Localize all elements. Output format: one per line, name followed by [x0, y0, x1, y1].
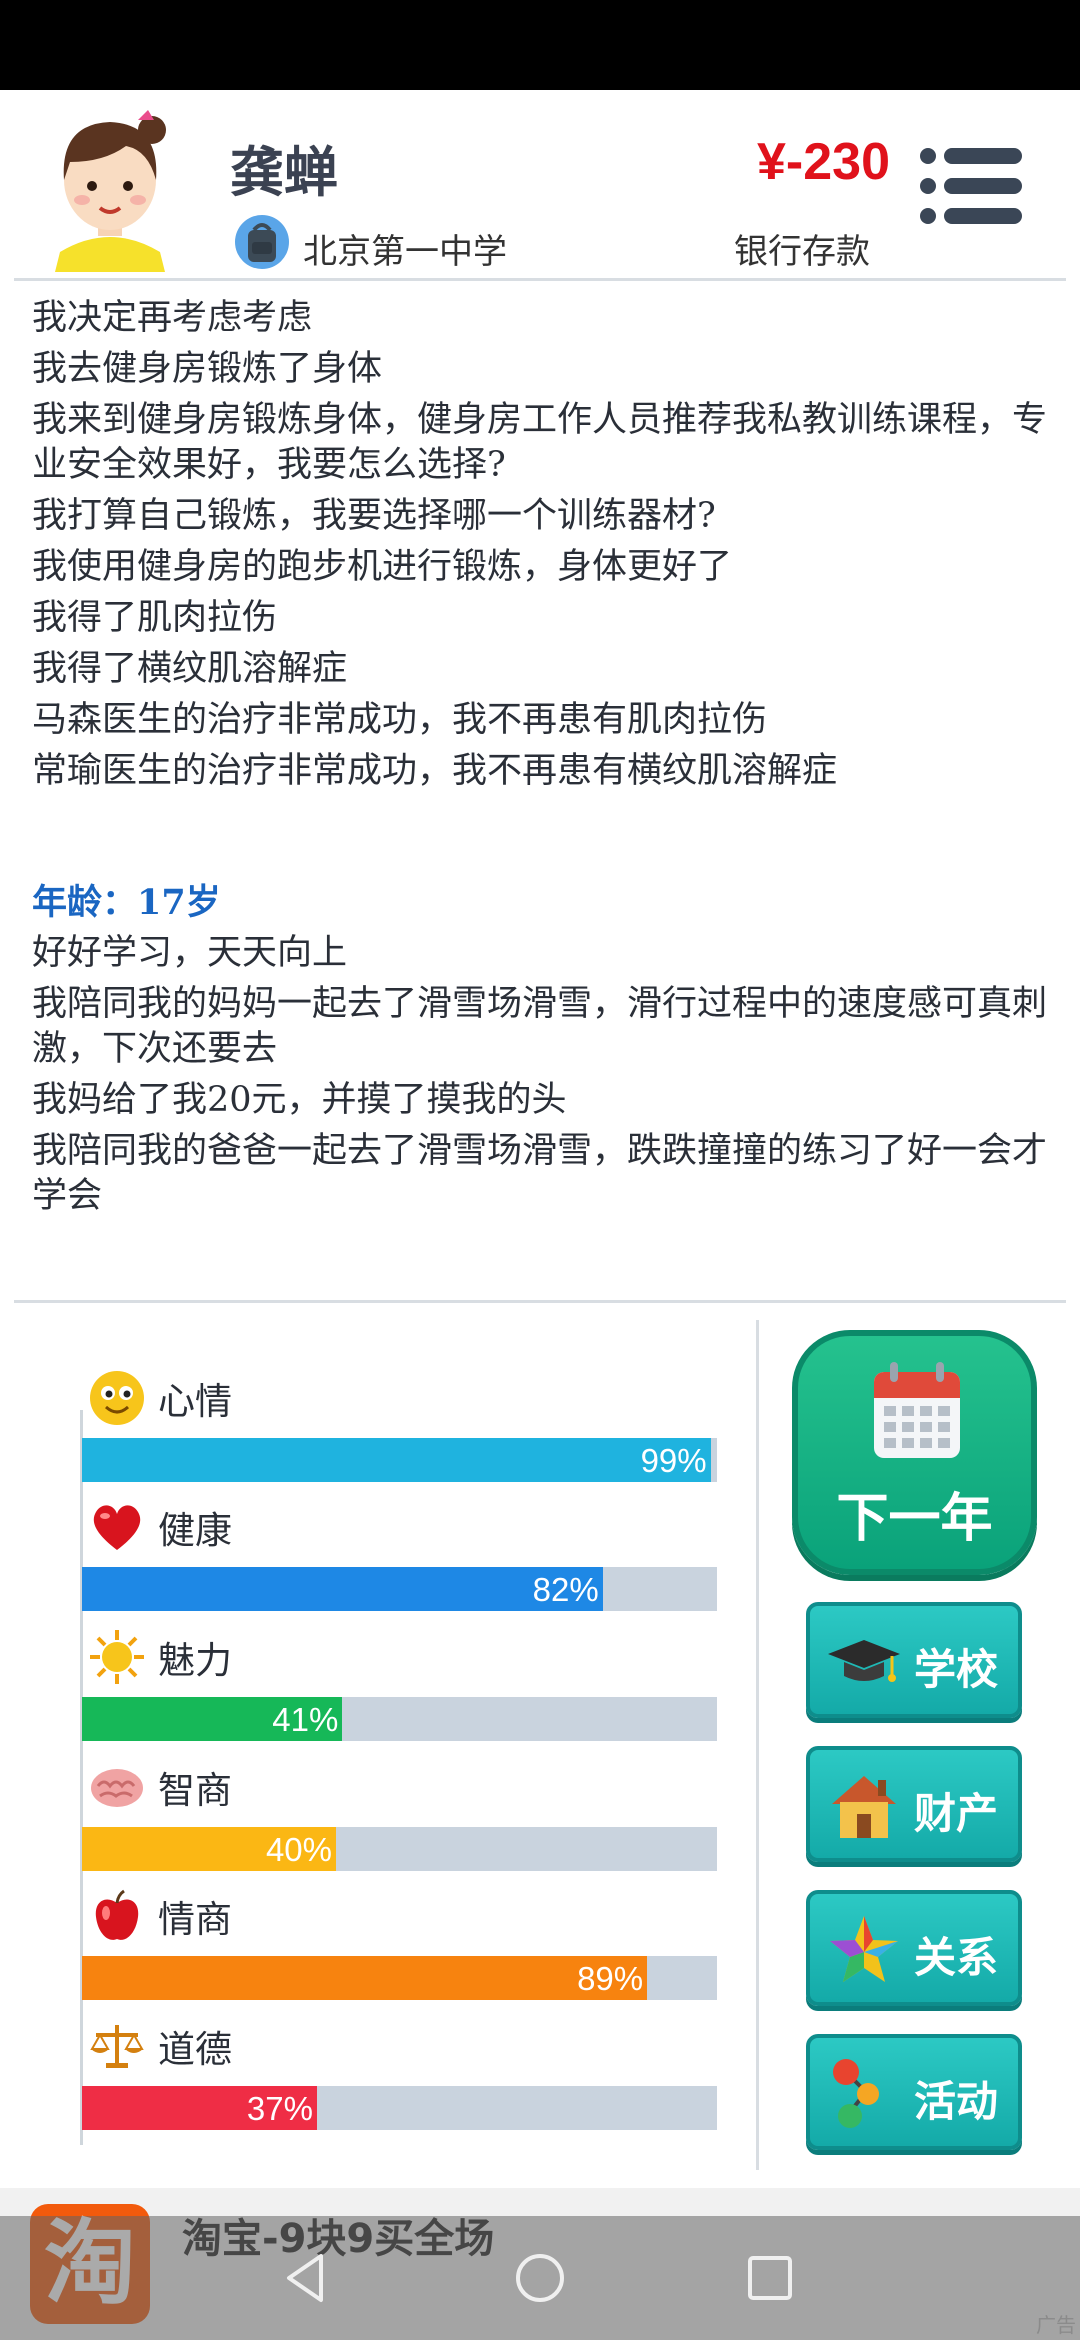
age-heading: 年龄：17岁: [32, 882, 221, 923]
smiley-icon: [90, 1371, 144, 1425]
log-entry: 马森医生的治疗非常成功，我不再患有肌肉拉伤: [32, 700, 768, 740]
stat-label: 道德: [158, 2028, 232, 2071]
panel-divider: [756, 1320, 759, 2170]
stat-label: 健康: [158, 1509, 232, 1552]
event-log: 我决定再考虑考虑 我去健身房锻炼了身体 我来到健身房锻炼身体，健身房工作人员推荐…: [32, 296, 1052, 1225]
stat-percent: 41%: [272, 1701, 339, 1738]
school-button[interactable]: 学校: [806, 1602, 1022, 1718]
activities-button-label: 活动: [914, 2077, 999, 2126]
stat-track: 40%: [82, 1827, 717, 1871]
star-icon: [830, 1916, 898, 1982]
stat-track: 37%: [82, 2086, 717, 2130]
school-button-label: 学校: [914, 1645, 999, 1694]
stat-track: 99%: [82, 1438, 717, 1482]
log-entry: 我妈给了我20元，并摸了摸我的头: [32, 1080, 567, 1120]
log-entry: 我得了肌肉拉伤: [32, 598, 278, 638]
stat-track: 41%: [82, 1697, 717, 1741]
log-entry: 我打算自己锻炼，我要选择哪一个训练器材?: [32, 496, 716, 536]
stat-fill: 37%: [82, 2086, 317, 2130]
stat-eq: 情商 89%: [82, 1886, 717, 2016]
log-entry: 我来到健身房锻炼身体，健身房工作人员推荐我私教训练课程，专业安全效果好，我要怎么…: [32, 400, 1048, 485]
property-button[interactable]: 财产: [806, 1746, 1022, 1862]
stat-fill: 41%: [82, 1697, 343, 1741]
apple-icon: [95, 1889, 139, 1940]
relations-button[interactable]: 关系: [806, 1890, 1022, 2006]
property-button-label: 财产: [914, 1789, 999, 1838]
log-entry: 我陪同我的爸爸一起去了滑雪场滑雪，跌跌撞撞的练习了好一会才学会: [32, 1131, 1048, 1216]
scales-icon: [90, 2025, 144, 2068]
stat-percent: 37%: [246, 2090, 313, 2127]
stat-percent: 99%: [640, 1442, 707, 1479]
stat-percent: 82%: [532, 1571, 599, 1608]
avatar: [55, 110, 166, 272]
brain-icon: [91, 1769, 143, 1807]
system-nav-bar: [0, 2216, 1080, 2340]
recent-apps-icon[interactable]: [738, 2246, 802, 2310]
log-entry: 常瑜医生的治疗非常成功，我不再患有横纹肌溶解症: [32, 751, 838, 791]
activity-dots-icon: [833, 2059, 879, 2128]
stat-fill: 99%: [82, 1438, 711, 1482]
menu-icon[interactable]: [920, 146, 1024, 226]
relations-button-label: 关系: [914, 1933, 999, 1982]
next-year-button[interactable]: 下一年: [792, 1330, 1037, 1575]
log-entry: 我陪同我的妈妈一起去了滑雪场滑雪，滑行过程中的速度感可真刺激，下次还要去: [32, 984, 1048, 1069]
stat-track: 89%: [82, 1956, 717, 2000]
stat-mood: 心情 99%: [82, 1368, 717, 1498]
status-bar: [0, 0, 1080, 90]
graduation-cap-icon: [828, 1640, 900, 1682]
back-icon[interactable]: [275, 2246, 339, 2310]
stat-fill: 40%: [82, 1827, 336, 1871]
school-bag-icon: [235, 215, 289, 269]
player-header: 龚蝉 北京第一中学 ¥-230 银行存款: [0, 90, 1080, 280]
stat-percent: 89%: [577, 1960, 644, 1997]
stat-charm: 魅力 41%: [82, 1627, 717, 1757]
log-entry: 我使用健身房的跑步机进行锻炼，身体更好了: [32, 547, 733, 587]
stat-track: 82%: [82, 1567, 717, 1611]
log-entry: 我决定再考虑考虑: [32, 298, 313, 338]
bank-balance: ¥-230: [757, 133, 890, 191]
log-entry: 好好学习，天天向上: [32, 933, 348, 973]
house-icon: [832, 1776, 896, 1838]
stat-health: 健康 82%: [82, 1497, 717, 1627]
home-icon[interactable]: [508, 2246, 572, 2310]
school-name: 北京第一中学: [303, 232, 507, 272]
heart-icon: [93, 1505, 141, 1550]
stat-fill: 82%: [82, 1567, 603, 1611]
log-entry: 我得了横纹肌溶解症: [32, 649, 348, 689]
stat-label: 魅力: [158, 1639, 232, 1682]
sun-icon: [90, 1630, 144, 1684]
stat-morality: 道德 37%: [82, 2016, 717, 2146]
activities-button[interactable]: 活动: [806, 2034, 1022, 2150]
stat-percent: 40%: [265, 1831, 332, 1868]
next-year-label: 下一年: [836, 1489, 993, 1549]
log-entry: 我去健身房锻炼了身体: [32, 349, 383, 389]
bank-balance-label: 银行存款: [734, 232, 870, 272]
header-divider: [14, 278, 1066, 281]
stat-iq: 智商 40%: [82, 1757, 717, 1887]
player-name: 龚蝉: [230, 141, 338, 204]
stat-label: 智商: [158, 1769, 232, 1812]
stat-fill: 89%: [82, 1956, 648, 2000]
stat-label: 情商: [158, 1898, 232, 1941]
stat-label: 心情: [158, 1380, 232, 1423]
log-divider: [14, 1300, 1066, 1303]
calendar-icon: [874, 1362, 960, 1458]
